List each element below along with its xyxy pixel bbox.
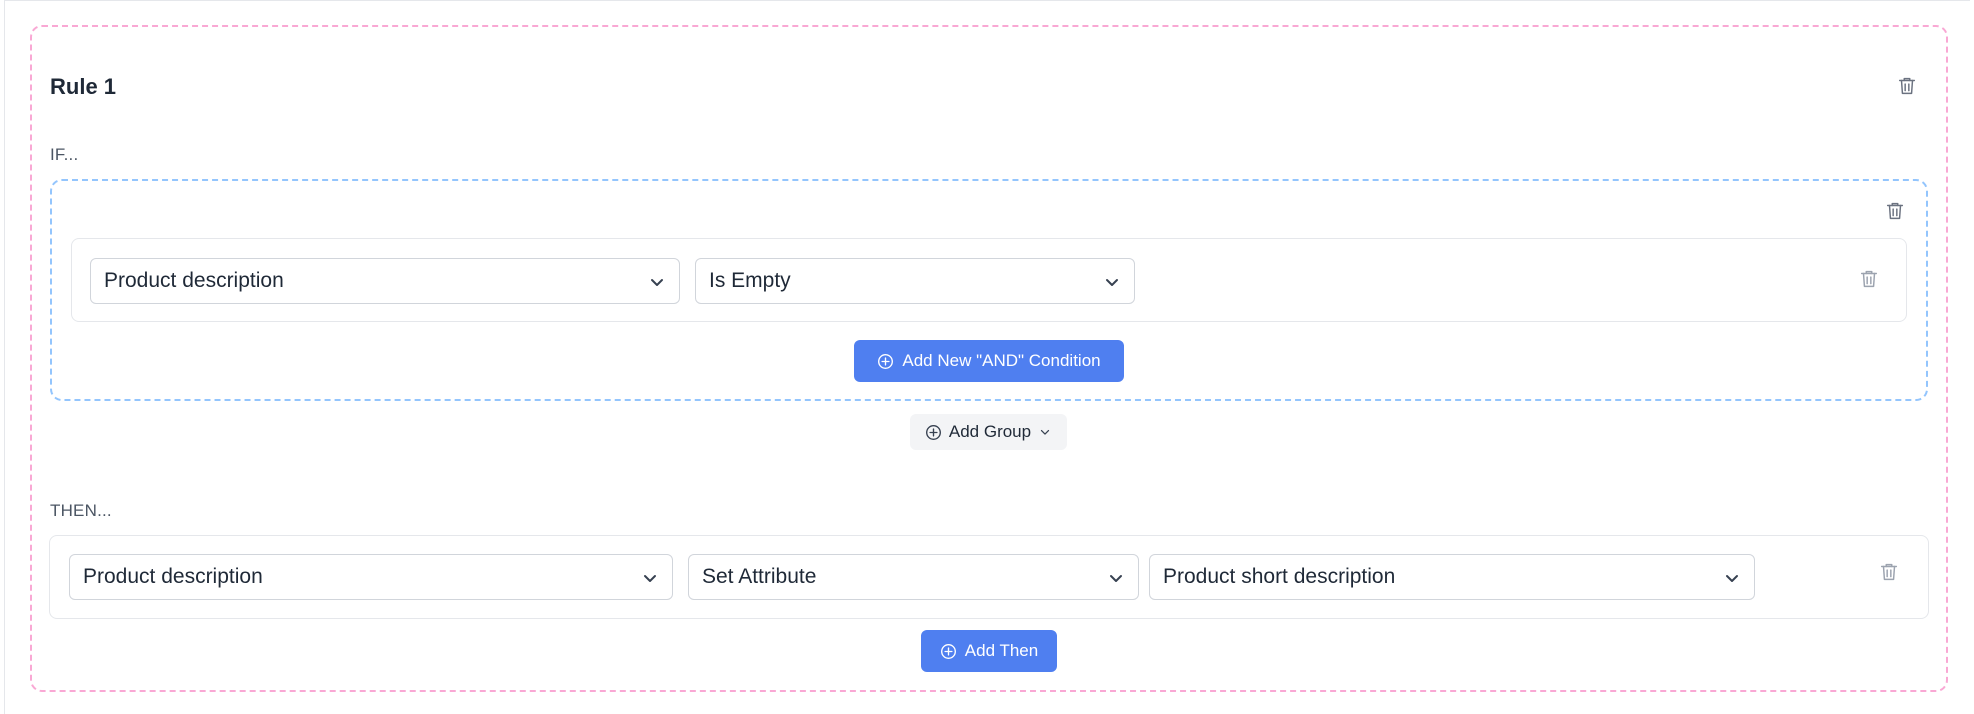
delete-condition-button[interactable] <box>1857 267 1881 291</box>
condition-operator-value: Is Empty <box>709 269 791 292</box>
then-label: THEN... <box>50 501 112 520</box>
trash-icon <box>1898 77 1916 95</box>
trash-icon <box>1880 563 1898 581</box>
add-group-label: Add Group <box>948 422 1032 441</box>
add-group-button[interactable]: Add Group <box>910 414 1067 450</box>
action-attribute-select[interactable]: Product description <box>69 554 673 600</box>
chevron-down-icon <box>1106 279 1118 286</box>
action-value-select[interactable]: Product short description <box>1149 554 1755 600</box>
if-label: IF... <box>50 145 79 164</box>
plus-circle-icon <box>940 643 956 659</box>
rule-title: Rule 1 <box>50 74 117 99</box>
delete-action-button[interactable] <box>1877 560 1901 584</box>
condition-operator-select[interactable]: Is Empty <box>695 258 1135 304</box>
delete-rule-button[interactable] <box>1895 74 1919 98</box>
plus-circle-icon <box>925 424 941 440</box>
chevron-down-icon <box>644 575 656 582</box>
trash-icon <box>1886 202 1904 220</box>
action-type-value: Set Attribute <box>702 565 817 588</box>
add-and-condition-label: Add New "AND" Condition <box>902 351 1101 370</box>
action-attribute-value: Product description <box>83 565 263 588</box>
action-type-select[interactable]: Set Attribute <box>688 554 1139 600</box>
delete-group-button[interactable] <box>1883 199 1907 223</box>
chevron-down-icon <box>651 279 663 286</box>
condition-attribute-value: Product description <box>104 269 284 292</box>
chevron-down-icon <box>1110 575 1122 582</box>
add-then-label: Add Then <box>964 641 1039 660</box>
action-value-value: Product short description <box>1163 565 1396 588</box>
condition-attribute-select[interactable]: Product description <box>90 258 680 304</box>
add-and-condition-button[interactable]: Add New "AND" Condition <box>854 340 1124 382</box>
plus-circle-icon <box>878 353 894 369</box>
trash-icon <box>1860 270 1878 288</box>
add-then-button[interactable]: Add Then <box>921 630 1057 672</box>
chevron-down-icon <box>1726 575 1738 582</box>
chevron-down-icon <box>1040 429 1050 435</box>
